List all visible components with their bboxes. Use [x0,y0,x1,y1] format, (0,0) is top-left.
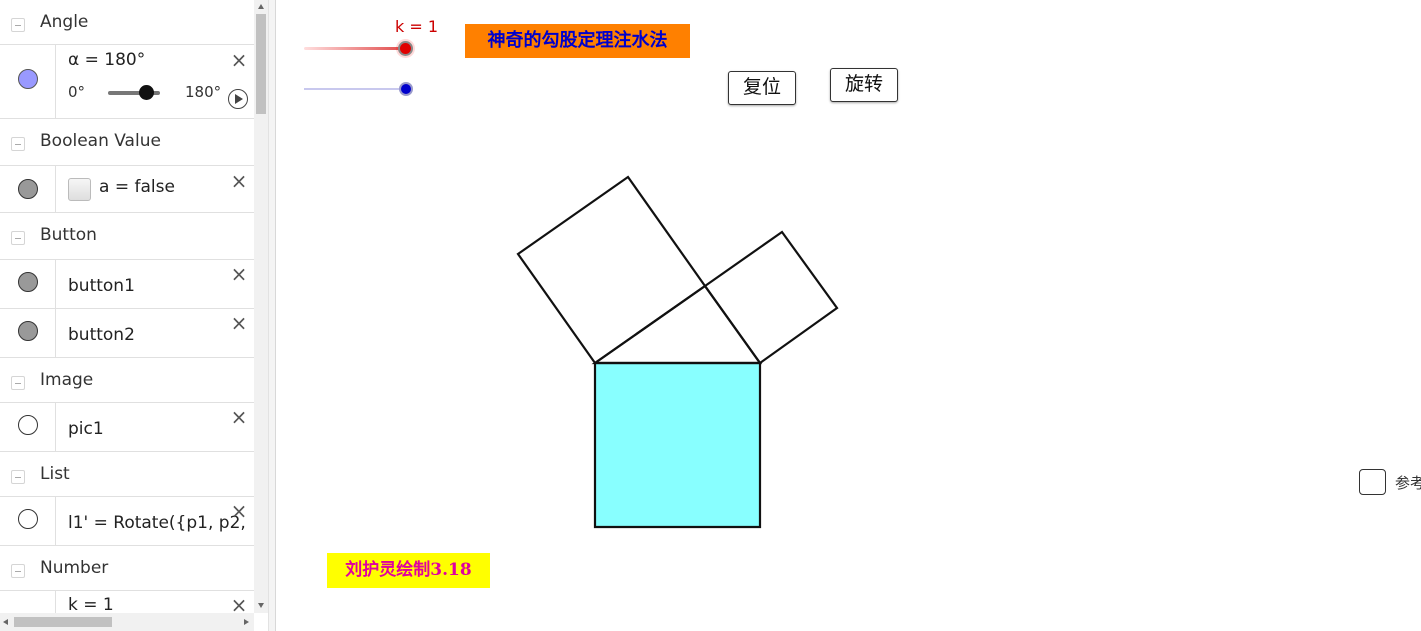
algebra-item-alpha[interactable]: α = 180° × 0° 180° [0,45,254,119]
graphics-view[interactable]: k = 1 神奇的勾股定理注水法 复位 旋转 刘护灵绘制3.18 参考 [276,0,1421,631]
algebra-list: Angle α = 180° × 0° 180° Boolean Value a… [0,0,254,613]
visibility-marble-icon[interactable] [18,272,38,292]
item-expression[interactable]: k = 1 [68,595,114,613]
group-header-boolean[interactable]: Boolean Value [0,119,254,166]
delete-icon[interactable]: × [230,50,248,70]
algebra-item-button1[interactable]: button1 × [0,260,254,309]
item-expression[interactable]: l1' = Rotate({p1, p2, [68,513,246,533]
scroll-up-icon[interactable] [258,4,264,9]
scrollbar-thumb[interactable] [256,14,266,114]
item-expression[interactable]: pic1 [68,419,104,439]
algebra-item-pic1[interactable]: pic1 × [0,403,254,452]
visibility-marble-icon[interactable] [18,509,38,529]
boolean-checkbox[interactable] [68,178,91,201]
group-header-button[interactable]: Button [0,213,254,260]
delete-icon[interactable]: × [230,264,248,284]
marble-cell [0,166,56,212]
item-expression[interactable]: button1 [68,276,135,296]
alpha-slider-knob[interactable] [139,85,154,100]
scroll-down-icon[interactable] [258,603,264,608]
marble-cell [0,403,56,451]
algebra-horizontal-scrollbar[interactable] [0,613,254,631]
item-expression[interactable]: α = 180° [68,50,145,70]
collapse-icon[interactable] [11,18,25,32]
slider-max-label: 180° [185,83,222,101]
algebra-item-a[interactable]: a = false × [0,166,254,213]
slider-min-label: 0° [68,83,86,101]
collapse-icon[interactable] [11,137,25,151]
visibility-marble-icon[interactable] [18,179,38,199]
group-name: Button [40,225,97,245]
group-name: List [40,464,70,484]
collapse-icon[interactable] [11,231,25,245]
delete-icon[interactable]: × [230,313,248,333]
algebra-item-k[interactable]: k = 1 × [0,591,254,613]
marble-cell [0,497,56,545]
delete-icon[interactable]: × [230,407,248,427]
marble-cell [0,309,56,357]
item-expression[interactable]: a = false [99,177,175,197]
reference-checkbox-label: 参考 [1395,474,1421,492]
large-leg-square [516,175,707,365]
group-header-image[interactable]: Image [0,358,254,403]
play-icon[interactable] [228,89,248,109]
group-header-list[interactable]: List [0,452,254,497]
group-name: Angle [40,12,89,32]
visibility-marble-icon[interactable] [18,321,38,341]
collapse-icon[interactable] [11,376,25,390]
algebra-item-l1[interactable]: l1' = Rotate({p1, p2, × [0,497,254,546]
visibility-marble-icon[interactable] [18,69,38,89]
visibility-marble-icon[interactable] [18,415,38,435]
delete-icon[interactable]: × [230,501,248,521]
scroll-left-icon[interactable] [3,619,8,625]
group-name: Boolean Value [40,131,161,151]
view-divider[interactable] [268,0,276,631]
algebra-view: Angle α = 180° × 0° 180° Boolean Value a… [0,0,268,631]
group-header-number[interactable]: Number [0,546,254,591]
algebra-vertical-scrollbar[interactable] [254,0,268,613]
marble-cell [0,45,56,118]
collapse-icon[interactable] [11,564,25,578]
algebra-item-button2[interactable]: button2 × [0,309,254,358]
collapse-icon[interactable] [11,470,25,484]
delete-icon[interactable]: × [230,171,248,191]
item-expression[interactable]: button2 [68,325,135,345]
group-header-angle[interactable]: Angle [0,0,254,45]
reference-checkbox[interactable] [1359,469,1386,495]
hypotenuse-square [593,361,762,529]
scroll-right-icon[interactable] [244,619,249,625]
marble-cell [0,591,56,613]
group-name: Number [40,558,109,578]
delete-icon[interactable]: × [230,595,248,613]
scrollbar-thumb[interactable] [14,617,112,627]
right-triangle [591,284,763,365]
author-text-box: 刘护灵绘制3.18 [327,553,490,588]
small-leg-square [703,230,839,365]
marble-cell [0,260,56,308]
pythagoras-figure [516,175,839,529]
group-name: Image [40,370,94,390]
